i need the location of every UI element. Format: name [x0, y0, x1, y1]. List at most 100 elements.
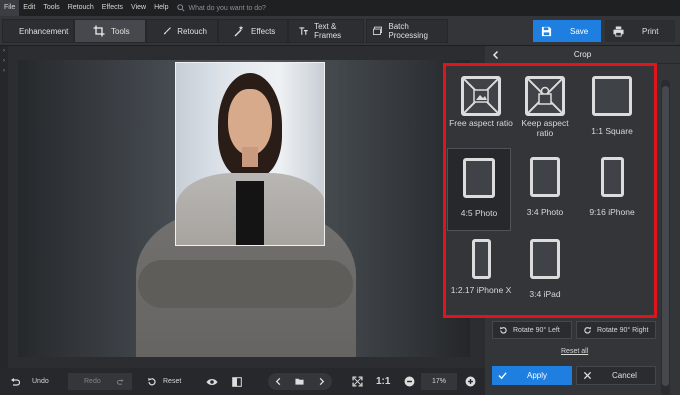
tab-enhancement[interactable]: Enhancement	[2, 19, 74, 43]
crop-option-label: 3:4 Photo	[526, 207, 564, 217]
reset-button[interactable]: Reset	[147, 373, 181, 390]
crop-option-label: 4:5 Photo	[460, 208, 498, 218]
toolbar: Enhancement Tools Retouch Effects Text &…	[0, 16, 680, 46]
crop-option-label: Free aspect ratio	[449, 118, 513, 128]
tab-retouch[interactable]: Retouch	[146, 19, 218, 43]
rotate-left-icon	[500, 326, 507, 334]
menu-view[interactable]: View	[127, 0, 150, 16]
floppy-icon	[541, 26, 552, 36]
photo-neck	[242, 147, 258, 167]
apply-label: Apply	[527, 371, 548, 380]
menu-edit[interactable]: Edit	[19, 0, 39, 16]
preview-button[interactable]	[206, 373, 218, 390]
iphone-9-16-icon	[600, 157, 624, 197]
crop-option-iphone-x[interactable]: 1:2.17 iPhone X	[449, 239, 513, 295]
menu-tools[interactable]: Tools	[39, 0, 63, 16]
tab-retouch-label: Retouch	[177, 26, 207, 36]
menu-file[interactable]: File	[0, 0, 20, 16]
photo-face	[228, 89, 272, 155]
tab-enhancement-label: Enhancement	[19, 26, 69, 36]
zoom-level[interactable]: 17%	[421, 373, 457, 390]
panel-scrollbar[interactable]	[661, 80, 670, 395]
text-icon	[299, 27, 308, 35]
menu-search[interactable]: What do you want to do?	[176, 4, 266, 12]
menu-retouch[interactable]: Retouch	[64, 0, 98, 16]
print-button[interactable]: Print	[605, 20, 675, 42]
actual-size-button[interactable]: 1:1	[376, 373, 390, 390]
fit-to-screen-button[interactable]	[352, 373, 363, 390]
back-arrow-icon[interactable]	[491, 50, 501, 60]
expand-arrow-icon[interactable]: ›	[0, 56, 8, 66]
crop-icon	[93, 25, 105, 37]
crop-option-keep-aspect[interactable]: Keep aspect ratio	[513, 76, 577, 138]
tab-effects-label: Effects	[251, 26, 276, 36]
crop-option-3-4-photo[interactable]: 3:4 Photo	[513, 157, 577, 217]
crop-option-9-16-iphone[interactable]: 9:16 iPhone	[580, 157, 644, 217]
undo-icon	[11, 377, 20, 386]
undo-button[interactable]: Undo	[10, 373, 49, 390]
search-placeholder: What do you want to do?	[188, 4, 266, 12]
folder-icon[interactable]	[295, 377, 305, 386]
tab-text-frames[interactable]: Text & Frames	[288, 19, 364, 43]
redo-button[interactable]: Redo	[68, 373, 132, 390]
tab-tools-label: Tools	[111, 26, 130, 36]
eye-icon	[206, 378, 218, 385]
left-gutter: › › ›	[0, 46, 8, 368]
menu-effects[interactable]: Effects	[98, 0, 127, 16]
crop-option-3-4-ipad[interactable]: 3:4 iPad	[513, 239, 577, 299]
tab-text-frames-label: Text & Frames	[314, 22, 342, 40]
compare-icon	[232, 376, 242, 387]
menu-help[interactable]: Help	[150, 0, 172, 16]
rotate-left-button[interactable]: Rotate 90° Left	[492, 321, 572, 339]
save-button[interactable]: Save	[533, 20, 601, 42]
photo-canvas[interactable]	[18, 60, 470, 357]
search-icon	[176, 4, 185, 12]
square-icon	[592, 76, 632, 116]
menu-bar: File Edit Tools Retouch Effects View Hel…	[0, 0, 680, 16]
cancel-button[interactable]: Cancel	[576, 366, 656, 385]
checkmark-icon	[498, 372, 507, 380]
zoom-out-button[interactable]	[404, 373, 415, 390]
close-icon	[583, 371, 592, 380]
scrollbar-thumb[interactable]	[662, 86, 669, 386]
apply-button[interactable]: Apply	[492, 366, 572, 385]
crop-option-free[interactable]: Free aspect ratio	[449, 76, 513, 128]
save-label: Save	[570, 26, 589, 36]
next-icon[interactable]	[317, 377, 326, 386]
crop-option-label: 1:2.17 iPhone X	[450, 285, 512, 295]
redo-icon	[116, 378, 124, 385]
photo-3-4-icon	[530, 157, 560, 197]
reset-label: Reset	[163, 378, 182, 385]
crop-frame[interactable]	[175, 62, 325, 246]
expand-arrow-icon[interactable]: ›	[0, 66, 8, 76]
crop-option-label: 3:4 iPad	[529, 289, 561, 299]
tab-tools[interactable]: Tools	[74, 19, 146, 43]
tab-batch-processing[interactable]: Batch Processing	[366, 19, 448, 43]
photo-shirt	[236, 181, 264, 245]
expand-arrow-icon[interactable]: ›	[0, 46, 8, 56]
brush-icon	[163, 27, 171, 35]
tab-effects[interactable]: Effects	[218, 19, 288, 43]
rotate-left-label: Rotate 90° Left	[513, 326, 560, 334]
crop-option-label: 9:16 iPhone	[589, 207, 635, 217]
reset-all-link[interactable]: Reset all	[561, 348, 588, 355]
previous-icon[interactable]	[274, 377, 283, 386]
zoom-in-button[interactable]	[465, 373, 476, 390]
redo-label: Redo	[84, 378, 101, 385]
compare-button[interactable]	[232, 373, 242, 390]
batch-icon	[373, 26, 383, 35]
cancel-label: Cancel	[612, 371, 637, 380]
crop-option-label: 1:1 Square	[591, 126, 633, 136]
keep-aspect-icon	[525, 76, 565, 116]
rotate-right-button[interactable]: Rotate 90° Right	[576, 321, 656, 339]
crop-option-4-5-photo[interactable]: 4:5 Photo	[447, 148, 511, 231]
printer-icon	[613, 25, 624, 37]
zoom-in-icon	[465, 376, 476, 387]
crop-option-square[interactable]: 1:1 Square	[580, 76, 644, 136]
iphone-x-icon	[471, 239, 491, 279]
rotate-right-icon	[584, 326, 591, 334]
photo-4-5-icon	[463, 158, 495, 198]
crop-option-label: Keep aspect ratio	[521, 118, 569, 138]
panel-header: Crop	[485, 46, 680, 64]
rotate-right-label: Rotate 90° Right	[597, 326, 649, 334]
